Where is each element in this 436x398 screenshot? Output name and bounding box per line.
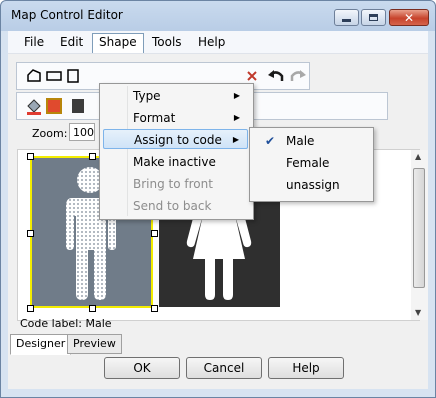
redo-icon xyxy=(290,70,306,81)
resize-handle[interactable] xyxy=(27,305,34,312)
submenu-item-male[interactable]: ✔ Male xyxy=(253,131,369,151)
maximize-button[interactable] xyxy=(361,9,386,26)
close-icon: ✕ xyxy=(403,10,415,25)
title-bar: Map Control Editor ✕ xyxy=(1,1,435,31)
checkmark-icon: ✔ xyxy=(265,134,276,148)
help-button[interactable]: Help xyxy=(268,357,344,379)
tab-preview[interactable]: Preview xyxy=(67,334,122,354)
assign-code-submenu: ✔ Male Female unassign xyxy=(249,127,374,202)
menu-item-label: Send to back xyxy=(133,199,212,213)
delete-icon xyxy=(247,71,257,81)
resize-handle[interactable] xyxy=(151,305,158,312)
vertical-scrollbar[interactable]: ▲ ▼ xyxy=(411,150,428,320)
menu-edit[interactable]: Edit xyxy=(54,34,89,51)
menu-item-label: Bring to front xyxy=(133,177,213,191)
submenu-item-unassign[interactable]: unassign xyxy=(253,175,369,195)
redo-button[interactable] xyxy=(289,67,307,85)
submenu-item-label: unassign xyxy=(286,178,340,192)
polygon-tool-button[interactable] xyxy=(25,67,43,85)
resize-handle[interactable] xyxy=(27,153,34,160)
shade-icon xyxy=(72,99,84,113)
square-tool-button[interactable] xyxy=(65,67,83,85)
menu-item-send-to-back: Send to back xyxy=(103,196,248,216)
zoom-label: Zoom: xyxy=(32,127,68,140)
tab-designer[interactable]: Designer xyxy=(10,334,72,355)
submenu-arrow-icon: ▶ xyxy=(233,113,240,122)
menu-bar: File Edit Shape Tools Help xyxy=(8,31,428,54)
submenu-item-label: Male xyxy=(286,134,315,148)
menu-item-assign-to-code[interactable]: Assign to code ▶ xyxy=(103,129,248,149)
scroll-thumb[interactable] xyxy=(413,168,425,288)
menu-item-bring-to-front: Bring to front xyxy=(103,174,248,194)
client-area: File Edit Shape Tools Help Zoom: 100 ▲ ▼… xyxy=(8,31,428,389)
menu-item-label: Format xyxy=(133,111,176,125)
rectangle-icon xyxy=(46,71,62,81)
resize-handle[interactable] xyxy=(27,230,34,237)
menu-item-type[interactable]: Type ▶ xyxy=(103,86,248,106)
menu-tools[interactable]: Tools xyxy=(146,34,188,51)
paint-bucket-icon xyxy=(27,99,41,115)
menu-help[interactable]: Help xyxy=(192,34,231,51)
menu-file[interactable]: File xyxy=(18,34,50,51)
zoom-input[interactable]: 100 xyxy=(69,123,95,141)
shade-button[interactable] xyxy=(69,97,87,115)
cancel-button[interactable]: Cancel xyxy=(186,357,262,379)
line-color-button[interactable] xyxy=(45,97,63,115)
submenu-arrow-icon: ▶ xyxy=(233,91,240,100)
rectangle-tool-button[interactable] xyxy=(45,67,63,85)
shape-menu: Type ▶ Format ▶ Assign to code ▶ Make in… xyxy=(99,83,254,220)
menu-item-label: Type xyxy=(133,89,161,103)
square-icon xyxy=(67,69,79,83)
color-swatch-icon xyxy=(46,98,62,114)
maximize-icon xyxy=(369,14,378,21)
minimize-button[interactable] xyxy=(334,9,359,26)
menu-shape[interactable]: Shape xyxy=(92,33,144,53)
undo-icon xyxy=(268,70,284,81)
ok-button[interactable]: OK xyxy=(104,357,180,379)
resize-handle[interactable] xyxy=(151,230,158,237)
menu-item-make-inactive[interactable]: Make inactive xyxy=(103,152,248,172)
menu-item-format[interactable]: Format ▶ xyxy=(103,108,248,128)
fill-color-button[interactable] xyxy=(25,97,43,115)
editor-window: Map Control Editor ✕ File Edit Shape Too… xyxy=(0,0,436,398)
window-title: Map Control Editor xyxy=(11,8,123,22)
code-label: Code label: Male xyxy=(20,317,112,330)
resize-handle[interactable] xyxy=(89,153,96,160)
polygon-icon xyxy=(27,69,41,82)
undo-button[interactable] xyxy=(267,67,285,85)
menu-item-label: Make inactive xyxy=(133,155,216,169)
submenu-item-female[interactable]: Female xyxy=(253,153,369,173)
scroll-down-icon[interactable]: ▼ xyxy=(415,308,421,317)
submenu-arrow-icon: ▶ xyxy=(232,135,239,144)
dialog-buttons: OK Cancel Help xyxy=(8,357,428,385)
minimize-icon xyxy=(342,18,351,22)
resize-handle[interactable] xyxy=(89,305,96,312)
scroll-up-icon[interactable]: ▲ xyxy=(415,152,421,161)
submenu-item-label: Female xyxy=(286,156,330,170)
menu-item-label: Assign to code xyxy=(134,133,222,147)
close-button[interactable]: ✕ xyxy=(389,9,429,26)
